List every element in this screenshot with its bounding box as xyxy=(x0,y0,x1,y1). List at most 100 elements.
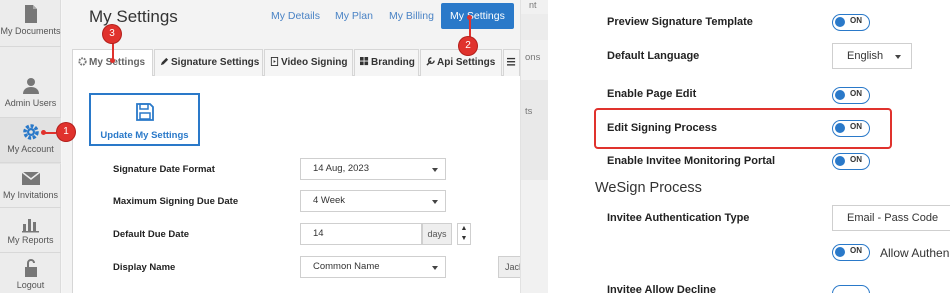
settings-tab-more[interactable] xyxy=(503,49,520,76)
sidebar-item-admin-users[interactable]: Admin Users xyxy=(0,72,61,118)
list-icon xyxy=(507,57,516,66)
settings-tab-label: Branding xyxy=(371,57,415,68)
caret-down-icon xyxy=(895,55,901,59)
update-my-settings-button[interactable]: Update My Settings xyxy=(89,93,200,146)
gear-icon xyxy=(22,124,39,140)
sidebar-divider xyxy=(0,207,61,208)
signature-date-format-label: Signature Date Format xyxy=(113,164,215,175)
toggle-knob xyxy=(835,156,845,166)
tab-my-billing[interactable]: My Billing xyxy=(380,3,443,29)
caret-down-icon xyxy=(432,168,438,172)
strip-block xyxy=(521,80,549,180)
annotation-connector xyxy=(469,17,471,37)
wrench-icon xyxy=(426,57,435,66)
toggle-state: ON xyxy=(850,16,862,25)
display-name-select[interactable]: Common Name xyxy=(300,256,446,278)
stepper-up-icon[interactable]: ▲ xyxy=(458,224,470,234)
select-value: Common Name xyxy=(313,261,380,272)
settings-content: Update My Settings Signature Date Format… xyxy=(72,76,520,293)
lock-icon xyxy=(24,259,37,277)
left-panel: My Documents Admin Users My Account My I… xyxy=(0,0,520,293)
sidebar-item-my-invitations[interactable]: My Invitations xyxy=(0,164,61,210)
toggle-state: ON xyxy=(850,122,862,131)
edit-signing-process-label: Edit Signing Process xyxy=(607,122,718,134)
strip-text: ts xyxy=(525,106,533,117)
sidebar-divider xyxy=(0,252,61,253)
default-due-date-input[interactable]: 14 xyxy=(300,223,422,245)
grid-icon xyxy=(360,57,369,66)
update-my-settings-label: Update My Settings xyxy=(100,130,189,141)
toggle-knob xyxy=(835,123,845,133)
sidebar-item-my-account[interactable]: My Account xyxy=(0,118,61,164)
caret-down-icon xyxy=(432,200,438,204)
display-name-extra: Jackso xyxy=(498,256,520,278)
default-due-date-label: Default Due Date xyxy=(113,229,190,240)
sidebar-item-label: My Reports xyxy=(7,235,54,245)
tab-my-plan[interactable]: My Plan xyxy=(326,3,382,29)
settings-tab-video-signing[interactable]: Video Signing xyxy=(264,49,353,76)
envelope-icon xyxy=(21,171,40,185)
section-title: WeSign Process xyxy=(595,180,702,196)
sidebar-item-label: My Invitations xyxy=(2,190,59,200)
annotation-badge-3: 3 xyxy=(103,25,121,43)
select-value: English xyxy=(847,50,884,62)
sidebar-item-my-documents[interactable]: My Documents xyxy=(0,0,61,46)
allow-authentication-toggle[interactable]: ON xyxy=(832,244,870,261)
settings-tab-label: Video Signing xyxy=(281,57,348,68)
strip-block xyxy=(521,14,549,40)
sidebar-divider xyxy=(0,46,61,47)
annotation-badge-1: 1 xyxy=(57,123,75,141)
toggle-knob xyxy=(835,90,845,100)
user-icon xyxy=(22,78,39,94)
caret-down-icon xyxy=(432,266,438,270)
preview-signature-template-toggle[interactable]: ON xyxy=(832,14,870,31)
page-title: My Settings xyxy=(89,7,178,26)
toggle-knob xyxy=(835,17,845,27)
default-language-label: Default Language xyxy=(607,50,700,62)
toggle-state: ON xyxy=(850,155,862,164)
annotation-dot xyxy=(41,130,46,135)
enable-invitee-monitoring-portal-label: Enable Invitee Monitoring Portal xyxy=(607,155,776,167)
gear-icon xyxy=(78,57,87,66)
invitee-authentication-type-label: Invitee Authentication Type xyxy=(607,212,750,224)
sidebar-item-logout[interactable]: Logout xyxy=(0,254,61,293)
tab-my-settings[interactable]: My Settings xyxy=(441,3,514,29)
max-signing-due-date-label: Maximum Signing Due Date xyxy=(113,196,239,207)
edit-signing-process-toggle[interactable]: ON xyxy=(832,120,870,137)
allow-authentication-label: Allow Authen xyxy=(880,246,950,260)
pencil-icon xyxy=(160,57,169,66)
preview-signature-template-label: Preview Signature Template xyxy=(607,16,753,28)
annotation-dot xyxy=(467,15,472,20)
settings-tab-api-settings[interactable]: Api Settings xyxy=(420,49,502,76)
sidebar-item-my-reports[interactable]: My Reports xyxy=(0,209,61,255)
settings-tab-label: Api Settings xyxy=(437,57,496,68)
sidebar-item-label: Logout xyxy=(16,280,45,290)
toggle-knob xyxy=(835,247,845,257)
settings-tab-branding[interactable]: Branding xyxy=(354,49,419,76)
save-icon xyxy=(135,103,154,121)
strip-text: nt xyxy=(521,0,549,14)
settings-tab-label: Signature Settings xyxy=(171,57,260,68)
default-language-select[interactable]: English xyxy=(832,43,912,69)
select-value: 4 Week xyxy=(313,195,346,206)
due-date-stepper[interactable]: ▲ ▼ xyxy=(457,223,471,245)
days-addon: days xyxy=(422,223,452,245)
main-area: My Settings My Details My Plan My Billin… xyxy=(62,0,520,293)
max-signing-due-date-select[interactable]: 4 Week xyxy=(300,190,446,212)
sidebar-item-label: My Documents xyxy=(0,26,61,36)
invitee-allow-decline-label: Invitee Allow Decline xyxy=(607,284,717,293)
signature-date-format-select[interactable]: 14 Aug, 2023 xyxy=(300,158,446,180)
enable-page-edit-toggle[interactable]: ON xyxy=(832,87,870,104)
document-icon xyxy=(24,5,37,23)
settings-tab-signature-settings[interactable]: Signature Settings xyxy=(154,49,263,76)
display-name-label: Display Name xyxy=(113,262,176,273)
invitee-allow-decline-toggle[interactable] xyxy=(832,285,870,293)
toggle-state: ON xyxy=(850,246,862,255)
annotation-dot xyxy=(110,58,115,63)
enable-invitee-monitoring-portal-toggle[interactable]: ON xyxy=(832,153,870,170)
sidebar: My Documents Admin Users My Account My I… xyxy=(0,0,61,293)
invitee-authentication-type-select[interactable]: Email - Pass Code xyxy=(832,205,950,231)
tab-my-details[interactable]: My Details xyxy=(262,3,329,29)
stepper-down-icon[interactable]: ▼ xyxy=(458,234,470,244)
select-value: 14 Aug, 2023 xyxy=(313,163,369,174)
